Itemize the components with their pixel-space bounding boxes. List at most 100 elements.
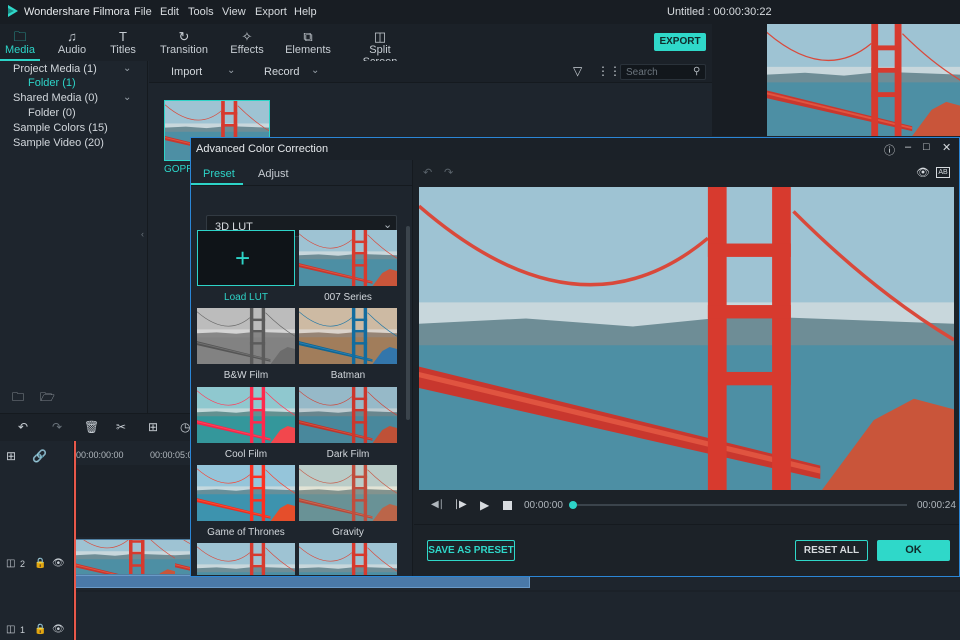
track-number: 2 [20,559,26,569]
text-icon: T [119,29,127,44]
sidebar-item-folder-1[interactable]: Folder (1) [28,77,76,89]
progress-handle[interactable] [569,501,577,509]
lock-icon[interactable]: 🔒 [34,558,46,569]
tab-audio[interactable]: ♫ Audio [52,24,92,61]
close-icon[interactable]: ✕ [942,141,951,154]
preset-thumbnail[interactable] [197,543,295,575]
reset-all-button[interactable]: RESET ALL [795,540,868,561]
tab-media[interactable]: 🗀 Media [0,24,40,61]
step-play-icon[interactable]: ∣▶ [454,499,467,510]
preset-bw-film[interactable] [197,308,295,364]
music-note-icon: ♫ [67,29,77,44]
preset-gravity[interactable] [299,465,397,521]
sidebar-item-sample-video[interactable]: Sample Video (20) [13,137,104,149]
export-button[interactable]: EXPORT [654,33,706,51]
menu-file[interactable]: File [134,6,152,18]
current-time: 00:00:00 [524,500,563,511]
player-preview [712,24,960,136]
filter-icon[interactable]: ▽ [573,64,582,78]
search-input[interactable]: Search ⚲ [620,64,706,80]
add-track-icon[interactable]: ⊞ [6,449,16,463]
menu-view[interactable]: View [222,6,246,18]
trash-icon[interactable]: 🗑 [84,420,99,434]
lock-icon[interactable]: 🔒 [34,624,46,635]
tab-split-screen[interactable]: ◫Split Screen [352,24,408,68]
tab-titles[interactable]: T Titles [103,24,143,61]
preset-game-of-thrones[interactable] [197,465,295,521]
chevron-down-icon[interactable]: ⌄ [123,63,131,74]
preview-frame [767,24,960,136]
undo-icon[interactable]: ↶ [423,166,432,179]
previous-frame-icon[interactable]: ◀∣ [431,499,444,510]
eye-icon[interactable]: 👁 [916,166,930,179]
grid-view-icon[interactable]: ⋮⋮ [597,64,621,78]
folder-link-icon[interactable]: 🗁 [40,388,55,409]
play-icon[interactable]: ▶ [480,498,489,512]
preset-dark-film[interactable] [299,387,397,443]
color-preview-panel: ↶ ↷ 👁 AB ◀∣ ∣▶ ▶ 00:00:00 00:00:24 SAVE … [414,160,959,576]
record-button[interactable]: Record [264,66,299,78]
sidebar-item-sample-colors[interactable]: Sample Colors (15) [13,122,108,134]
playhead[interactable] [74,441,76,640]
ok-button[interactable]: OK [877,540,950,561]
plus-icon: + [235,243,251,273]
stop-icon[interactable] [503,501,512,510]
ruler-time-start: 00:00:00:00 [76,450,124,460]
folder-icon: 🗀 [13,29,27,44]
menu-tools[interactable]: Tools [188,6,214,18]
eye-icon[interactable]: 👁 [52,558,65,569]
speed-icon[interactable]: ◷ [180,420,190,434]
advanced-color-correction-dialog: Advanced Color Correction ⓘ – □ ✕ Preset… [190,137,960,577]
eye-icon[interactable]: 👁 [52,624,65,635]
menu-bar: Wondershare Filmora File Edit Tools View… [0,0,960,24]
window-title: Untitled : 00:00:30:22 [667,6,772,18]
menu-export[interactable]: Export [255,6,287,18]
collapse-arrow-icon[interactable]: ‹ [141,229,144,239]
track-headers: ⊞ 🔗 ◫ 2 🔒 👁 ◫ 1 🔒 👁 [0,441,74,640]
search-icon: ⚲ [693,66,701,77]
total-time: 00:00:24 [917,500,956,511]
preset-panel: Preset Adjust 3D LUT ⌄ + Load LUT 007 Se… [191,160,413,576]
tab-adjust[interactable]: Adjust [258,168,289,180]
preset-007-series[interactable] [299,230,397,286]
tab-preset[interactable]: Preset [203,168,235,180]
elements-icon: ⧉ [303,29,313,44]
redo-icon[interactable]: ↷ [444,166,453,179]
chevron-down-icon[interactable]: ⌄ [227,65,235,76]
new-folder-icon[interactable]: 🗀 [12,388,24,409]
menu-edit[interactable]: Edit [160,6,179,18]
transition-icon: ↻ [178,29,190,44]
preset-batman[interactable] [299,308,397,364]
sidebar-item-shared-media[interactable]: Shared Media (0) [13,92,98,104]
minimize-icon[interactable]: – [905,141,911,153]
scrollbar[interactable] [406,226,410,420]
link-icon[interactable]: 🔗 [32,449,47,463]
import-button[interactable]: Import [171,66,202,78]
redo-icon[interactable]: ↷ [52,420,62,434]
menu-help[interactable]: Help [294,6,317,18]
split-screen-icon: ◫ [373,29,387,44]
color-preview-video [419,187,954,490]
app-name: Wondershare Filmora [24,6,130,18]
video-track-1 [74,592,960,640]
load-lut-tile[interactable]: + [197,230,295,286]
preset-thumbnail[interactable] [299,543,397,575]
tab-transition[interactable]: ↻ Transition [158,24,210,61]
maximize-icon[interactable]: □ [923,141,930,153]
tab-elements[interactable]: ⧉ Elements [284,24,332,61]
chevron-down-icon[interactable]: ⌄ [123,92,131,103]
sidebar-item-project-media[interactable]: Project Media (1) [13,63,97,75]
compare-icon[interactable]: AB [936,167,950,178]
tab-effects[interactable]: ✧ Effects [226,24,268,61]
scissors-icon[interactable]: ✂ [116,420,126,434]
dialog-title-bar: Advanced Color Correction ⓘ – □ ✕ [191,138,959,160]
preset-cool-film[interactable] [197,387,295,443]
progress-track[interactable] [572,504,907,506]
preset-label: Gravity [332,527,364,538]
help-icon[interactable]: ⓘ [884,142,895,158]
undo-icon[interactable]: ↶ [18,420,28,434]
save-as-preset-button[interactable]: SAVE AS PRESET [427,540,515,561]
chevron-down-icon[interactable]: ⌄ [311,65,319,76]
sidebar-item-folder-0[interactable]: Folder (0) [28,107,76,119]
crop-icon[interactable]: ⊞ [148,420,158,434]
